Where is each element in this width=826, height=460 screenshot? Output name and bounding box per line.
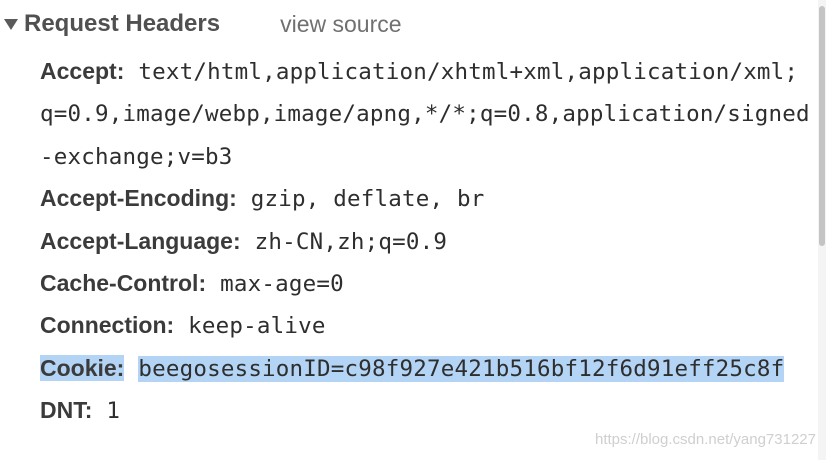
request-headers-section-header[interactable]: Request Headers view source [0,6,402,42]
header-row-accept-encoding: Accept-Encoding: gzip, deflate, br [40,178,810,220]
header-row-connection: Connection: keep-alive [40,305,810,347]
vertical-scrollbar[interactable] [818,0,826,460]
header-value-selected: beegosessionID=c98f927e421b516bf12f6d91e… [138,355,785,382]
view-source-link[interactable]: view source [280,11,401,38]
header-name: Accept-Language: [40,227,241,254]
header-value: text/html,application/xhtml+xml,applicat… [40,59,810,170]
header-name: Cache-Control: [40,270,207,297]
header-name: Connection: [40,312,175,339]
scrollbar-thumb[interactable] [819,6,825,246]
disclosure-triangle-icon[interactable] [4,18,18,30]
header-value: keep-alive [188,313,326,340]
watermark-text: https://blog.csdn.net/yang731227 [594,431,816,448]
header-value: gzip, deflate, br [250,186,485,213]
header-row-accept-language: Accept-Language: zh-CN,zh;q=0.9 [40,221,810,263]
header-name: Accept: [40,58,125,84]
header-value: zh-CN,zh;q=0.9 [254,228,448,255]
header-row-cookie: Cookie: beegosessionID=c98f927e421b516bf1… [40,348,810,390]
header-row-dnt: DNT: 1 [40,390,810,432]
header-value: max-age=0 [220,271,344,298]
header-name: DNT: [40,397,93,424]
headers-list: Accept: text/html,application/xhtml+xml,a… [40,51,810,433]
header-name-selected: Cookie: [40,354,125,381]
header-row-accept: Accept: text/html,application/xhtml+xml,a… [40,51,810,178]
header-row-cache-control: Cache-Control: max-age=0 [40,263,810,305]
header-name: Accept-Encoding: [40,185,237,212]
header-value: 1 [106,398,121,425]
section-title: Request Headers [24,10,221,37]
